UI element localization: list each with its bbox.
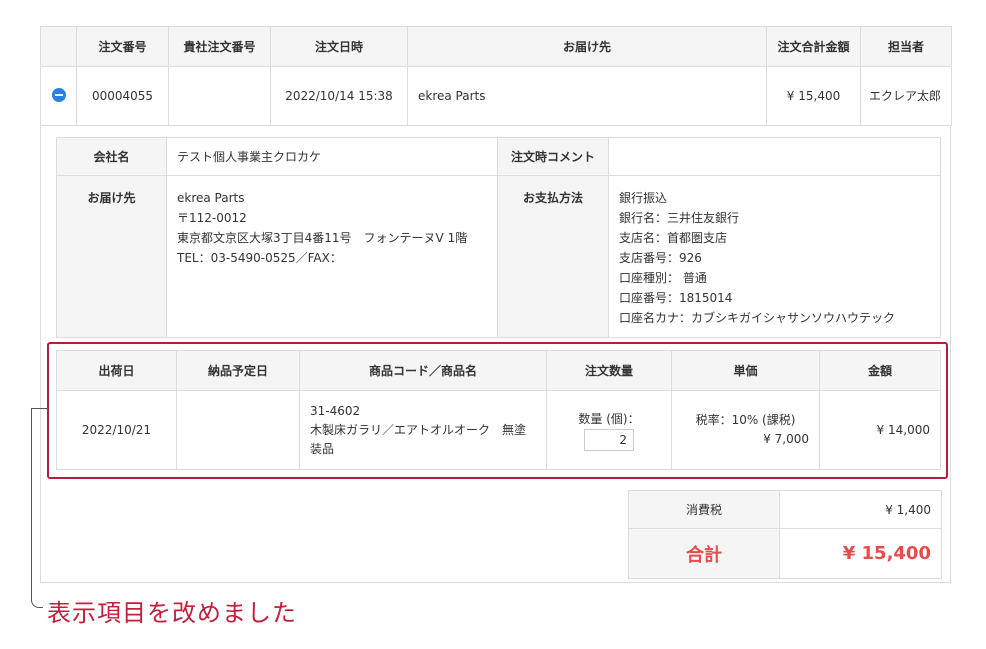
order-table: 注文番号 貴社注文番号 注文日時 お届け先 注文合計金額 担当者 0000405… [40, 26, 952, 126]
staff: エクレア太郎 [860, 66, 952, 126]
comment-label: 注文時コメント [497, 137, 609, 176]
order-info-table: 会社名 テスト個人事業主クロカケ 注文時コメント お届け先 ekrea Part… [56, 137, 941, 338]
comment-value [608, 137, 941, 176]
pay-line: 支店名：首都圏支店 [619, 231, 728, 245]
annotation-line [31, 408, 48, 409]
header-customer-order-no: 貴社注文番号 [168, 26, 271, 67]
pay-line: 口座名カナ：カブシキガイシャサンソウハウテック [619, 311, 896, 325]
header-toggle [40, 26, 77, 67]
pay-line: 銀行振込 [619, 191, 668, 205]
payment-label: お支払方法 [497, 175, 609, 338]
header-total: 注文合計金額 [766, 26, 861, 67]
dest-line: TEL：03-5490-0525／FAX： [177, 251, 342, 265]
pay-line: 銀行名：三井住友銀行 [619, 211, 740, 225]
collapse-icon[interactable] [51, 87, 66, 102]
order-table-header: 注文番号 貴社注文番号 注文日時 お届け先 注文合計金額 担当者 [40, 26, 952, 67]
annotation-line [31, 588, 43, 608]
destination: ekrea Parts [407, 66, 767, 126]
highlight-frame [47, 342, 948, 479]
annotation-text: 表示項目を改めました [47, 599, 297, 627]
total-label: 合計 [628, 528, 780, 579]
dest-line: 東京都文京区大塚3丁目4番11号 フォンテーヌV 1階 [177, 231, 468, 245]
pay-line: 支店番号：926 [619, 251, 702, 265]
header-order-no: 注文番号 [76, 26, 169, 67]
totals-table: 消費税 ¥ 1,400 合計 ¥ 15,400 [628, 490, 942, 579]
order-no: 00004055 [76, 66, 169, 126]
payment-details: 銀行振込 銀行名：三井住友銀行 支店名：首都圏支店 支店番号：926 口座種別：… [608, 175, 941, 338]
tax-value: ¥ 1,400 [779, 490, 942, 529]
header-destination: お届け先 [407, 26, 767, 67]
table-row: 00004055 2022/10/14 15:38 ekrea Parts ¥ … [40, 66, 952, 126]
destination-address: ekrea Parts 〒112-0012 東京都文京区大塚3丁目4番11号 フ… [166, 175, 498, 338]
destination-label: お届け先 [56, 175, 167, 338]
order-date: 2022/10/14 15:38 [270, 66, 408, 126]
header-staff: 担当者 [860, 26, 952, 67]
collapse-cell[interactable] [40, 66, 77, 126]
dest-line: 〒112-0012 [177, 211, 247, 225]
annotation-line [31, 408, 32, 598]
header-order-date: 注文日時 [270, 26, 408, 67]
tax-label: 消費税 [628, 490, 780, 529]
customer-order-no [168, 66, 271, 126]
company-label: 会社名 [56, 137, 167, 176]
total-value: ¥ 15,400 [779, 528, 942, 579]
dest-line: ekrea Parts [177, 191, 245, 205]
company-value: テスト個人事業主クロカケ [166, 137, 498, 176]
order-total: ¥ 15,400 [766, 66, 861, 126]
pay-line: 口座種別： 普通 [619, 271, 707, 285]
pay-line: 口座番号：1815014 [619, 291, 733, 305]
